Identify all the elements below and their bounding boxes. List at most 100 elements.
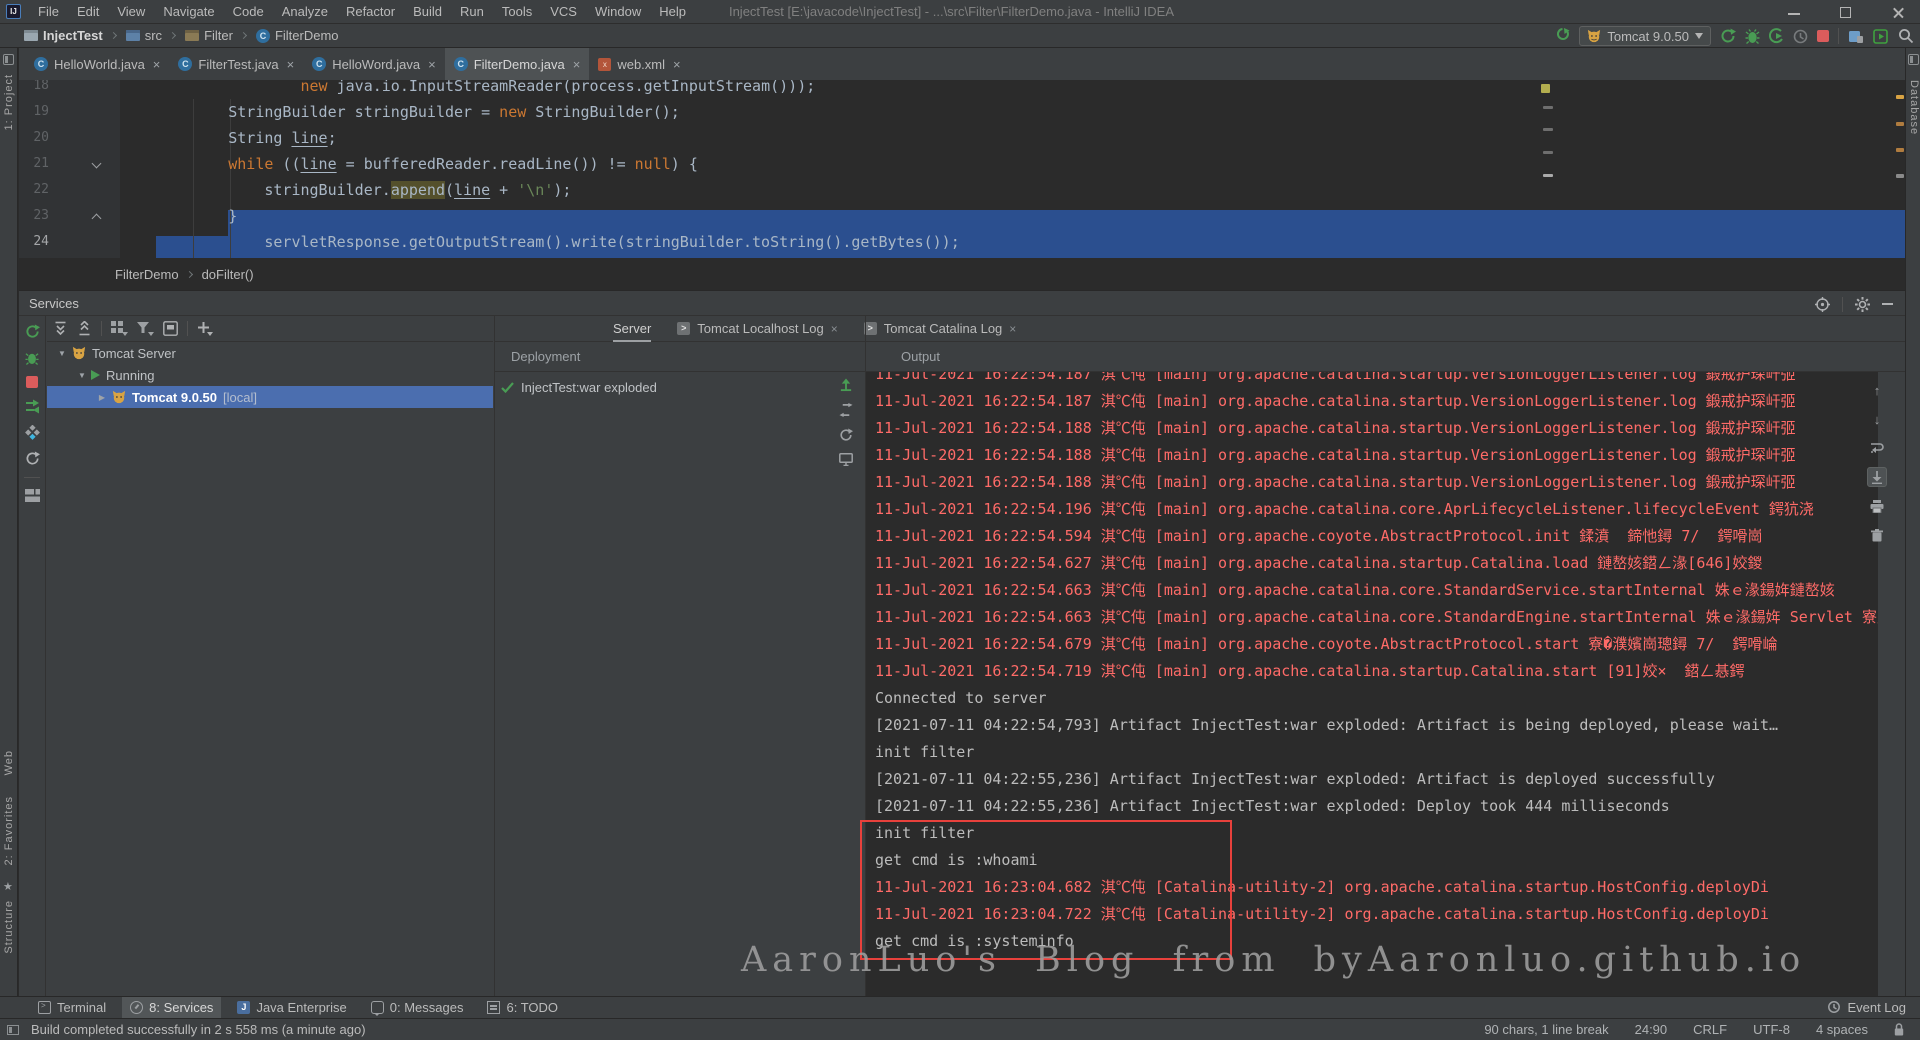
breadcrumb-method[interactable]: doFilter() (202, 267, 254, 282)
code-line-18[interactable]: 18 new java.io.InputStreamReader(process… (19, 80, 1905, 99)
server-tab-server[interactable]: Server (613, 316, 651, 342)
event-log-button[interactable]: Event Log (1827, 996, 1906, 1018)
editor-tab-helloword-java[interactable]: CHelloWord.java× (303, 48, 445, 80)
locate-icon[interactable] (1815, 297, 1830, 312)
breadcrumb-project[interactable]: InjectTest (24, 28, 103, 43)
database-tool-window-icon[interactable] (1908, 54, 1919, 65)
stripe-favorites-button[interactable]: 2: Favorites (3, 796, 15, 865)
menu-navigate[interactable]: Navigate (154, 0, 223, 24)
editor-tab-web-xml[interactable]: xweb.xml× (589, 48, 689, 80)
toolwindow-button-0-messages[interactable]: 0: Messages (363, 997, 472, 1019)
editor-tab-filterdemo-java[interactable]: CFilterDemo.java× (445, 48, 590, 80)
tree-item-tomcat-9050[interactable]: ▶ Tomcat 9.0.50 [local] (47, 386, 493, 408)
stripe-web-button[interactable]: Web (3, 750, 15, 775)
menu-build[interactable]: Build (404, 0, 451, 24)
server-tab-tomcat-localhost-log[interactable]: >Tomcat Localhost Log× (677, 316, 837, 342)
menu-view[interactable]: View (108, 0, 154, 24)
code-editor[interactable]: 18 new java.io.InputStreamReader(process… (19, 80, 1905, 258)
code-line-24[interactable]: 24 servletResponse.getOutputStream().wri… (19, 229, 1905, 255)
hide-panel-icon[interactable] (1882, 303, 1893, 305)
menu-vcs[interactable]: VCS (541, 0, 586, 24)
collapse-all-icon[interactable] (77, 321, 92, 336)
rerun-icon[interactable] (25, 324, 40, 339)
lock-icon[interactable] (1894, 1023, 1904, 1036)
toolwindow-button-6-todo[interactable]: 6: TODO (479, 997, 566, 1019)
close-icon[interactable]: × (573, 57, 581, 72)
code-line-23[interactable]: 23 } (19, 203, 1905, 229)
gear-icon[interactable] (1855, 297, 1870, 312)
code-line-22[interactable]: 22 stringBuilder.append(line + '\n'); (19, 177, 1905, 203)
toolwindow-button-terminal[interactable]: Terminal (30, 997, 114, 1019)
menu-window[interactable]: Window (586, 0, 650, 24)
chevron-collapsed-icon[interactable]: ▶ (97, 393, 107, 402)
tree-item-running[interactable]: ▼ Running (47, 364, 493, 386)
server-tab-tomcat-catalina-log[interactable]: >Tomcat Catalina Log× (864, 316, 1017, 342)
soft-wrap-icon[interactable] (1867, 438, 1887, 458)
breadcrumb-filter[interactable]: Filter (185, 28, 233, 43)
deployment-item[interactable]: InjectTest:war exploded (497, 376, 857, 398)
debug-icon[interactable] (1745, 28, 1760, 44)
chevron-expanded-icon[interactable]: ▼ (77, 371, 87, 380)
editor-tab-filtertest-java[interactable]: CFilterTest.java× (169, 48, 303, 80)
menu-help[interactable]: Help (650, 0, 695, 24)
open-in-browser-icon[interactable] (1848, 29, 1864, 44)
window-maximize-icon[interactable] (1836, 4, 1858, 20)
menu-file[interactable]: File (29, 0, 68, 24)
status-item[interactable]: UTF-8 (1753, 1022, 1790, 1037)
status-item[interactable]: 24:90 (1635, 1022, 1668, 1037)
breadcrumb-src[interactable]: src (126, 28, 162, 43)
close-icon[interactable]: × (1009, 322, 1016, 336)
editor-tab-helloworld-java[interactable]: CHelloWorld.java× (25, 48, 169, 80)
add-service-icon[interactable] (197, 321, 213, 336)
rerun-server-icon[interactable] (1720, 28, 1736, 44)
close-icon[interactable]: × (428, 57, 436, 72)
run-with-coverage-icon[interactable] (1769, 28, 1784, 44)
group-by-icon[interactable] (111, 321, 128, 336)
status-item[interactable]: 4 spaces (1816, 1022, 1868, 1037)
breadcrumb-class[interactable]: FilterDemo (115, 267, 179, 282)
sync-icon[interactable] (839, 428, 853, 442)
stop-icon[interactable] (1817, 30, 1829, 42)
thread-dump-icon[interactable] (25, 489, 40, 502)
stripe-structure-button[interactable]: Structure (3, 900, 15, 954)
menu-run[interactable]: Run (451, 0, 493, 24)
services-diamond-icon[interactable] (25, 425, 40, 440)
float-window-icon[interactable] (163, 321, 178, 336)
debug-icon[interactable] (25, 350, 39, 365)
code-line-21[interactable]: 21 while ((line = bufferedReader.readLin… (19, 151, 1905, 177)
fold-marker-icon[interactable] (92, 159, 102, 169)
tree-item-tomcat-server[interactable]: ▼ Tomcat Server (47, 342, 493, 364)
menu-code[interactable]: Code (224, 0, 273, 24)
status-item[interactable]: CRLF (1693, 1022, 1727, 1037)
expand-all-icon[interactable] (53, 321, 68, 336)
fold-marker-icon[interactable] (92, 214, 102, 224)
window-close-icon[interactable] (1888, 4, 1910, 20)
close-icon[interactable]: × (287, 57, 295, 72)
publish-icon[interactable] (839, 403, 853, 417)
search-everywhere-icon[interactable] (1898, 28, 1914, 44)
menu-analyze[interactable]: Analyze (273, 0, 337, 24)
print-icon[interactable] (1867, 496, 1887, 516)
status-item[interactable]: 90 chars, 1 line break (1484, 1022, 1608, 1037)
tool-window-switcher-icon[interactable] (7, 1025, 19, 1035)
close-icon[interactable]: × (153, 57, 161, 72)
stripe-project-button[interactable]: 1: Project (3, 74, 15, 130)
menu-tools[interactable]: Tools (493, 0, 541, 24)
code-line-19[interactable]: 19 StringBuilder stringBuilder = new Str… (19, 99, 1905, 125)
build-project-icon[interactable] (1554, 28, 1570, 44)
stop-icon[interactable] (26, 376, 38, 388)
scroll-down-icon[interactable]: ↓ (1867, 409, 1887, 429)
scroll-up-icon[interactable]: ↑ (1867, 380, 1887, 400)
deploy-artifact-icon[interactable] (839, 378, 853, 392)
run-configuration-select[interactable]: Tomcat 9.0.50 (1579, 26, 1711, 46)
run-dashboard-icon[interactable] (1873, 29, 1889, 44)
close-icon[interactable]: × (831, 322, 838, 336)
profiler-icon[interactable] (1793, 29, 1808, 44)
filter-icon[interactable] (137, 321, 154, 336)
deploy-icon[interactable] (25, 399, 40, 414)
window-minimize-icon[interactable] (1784, 4, 1806, 20)
menu-edit[interactable]: Edit (68, 0, 108, 24)
project-tool-window-icon[interactable] (3, 54, 14, 65)
chevron-expanded-icon[interactable]: ▼ (57, 349, 67, 358)
scroll-to-end-icon[interactable] (1867, 467, 1887, 487)
